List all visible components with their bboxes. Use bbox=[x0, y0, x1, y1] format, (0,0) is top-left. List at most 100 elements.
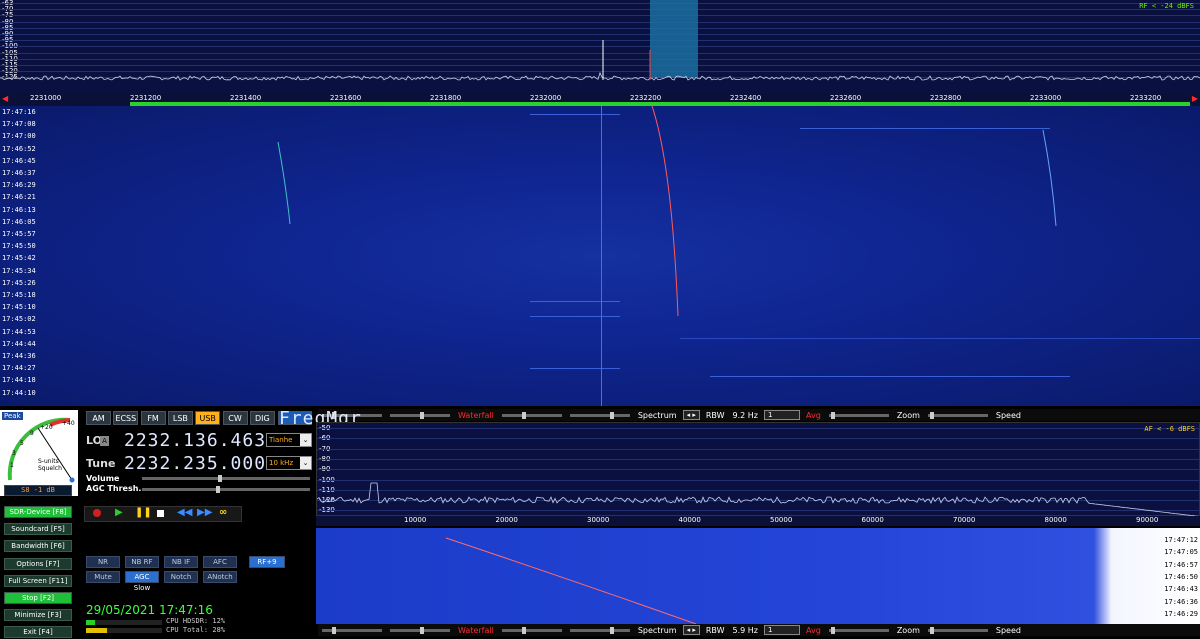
mode-button-ecss[interactable]: ECSS bbox=[113, 411, 139, 425]
mode-button-dig[interactable]: DIG bbox=[249, 411, 275, 425]
fast-forward-icon[interactable]: ▶▶ bbox=[197, 507, 212, 518]
dsp-button[interactable]: NB IF bbox=[164, 556, 198, 568]
rf-frequency-tick: 2233000 bbox=[1030, 94, 1062, 102]
agc-thresh-slider-thumb[interactable] bbox=[216, 486, 220, 493]
af-waterfall-brightness-slider[interactable] bbox=[390, 626, 450, 634]
tune-frequency[interactable]: 2232.235.000 bbox=[124, 453, 266, 474]
volume-label: Volume bbox=[86, 474, 120, 483]
tune-step-select[interactable]: 10 kHz ⌄ bbox=[266, 456, 312, 470]
rf-waterfall[interactable]: 17:47:16 17:47:08 17:47:00 17:46:52 17:46:45… bbox=[0, 106, 1200, 406]
spectrum-contrast-slider[interactable] bbox=[501, 411, 562, 419]
function-button[interactable]: Stop [F2] bbox=[4, 592, 72, 604]
waterfall-doppler-traces bbox=[277, 106, 1057, 317]
squelch-label: Squelch bbox=[38, 465, 62, 472]
function-button[interactable]: Options [F7] bbox=[4, 557, 72, 570]
s-units-label: S-units bbox=[38, 458, 59, 465]
waterfall-brightness-slider[interactable] bbox=[390, 411, 450, 419]
spectrum-brightness-slider[interactable] bbox=[569, 411, 630, 419]
chevron-down-icon: ⌄ bbox=[300, 434, 311, 446]
cpu-hdsdr-bar bbox=[86, 620, 162, 625]
rf-level-readout: RF < -24 dBFS bbox=[1139, 2, 1194, 10]
avg-select[interactable]: 1 bbox=[764, 410, 800, 420]
stop-icon[interactable] bbox=[157, 510, 164, 517]
function-button[interactable]: Full Screen [F11] bbox=[4, 574, 72, 587]
s-scale-3: 3 bbox=[12, 450, 16, 457]
scroll-right-icon[interactable]: ▶ bbox=[1192, 94, 1198, 103]
lo-preset-value: Tianhe bbox=[269, 436, 293, 444]
af-zoom-slider[interactable] bbox=[828, 626, 889, 634]
spectrum-arrows[interactable]: ◂ ▸ bbox=[682, 410, 700, 420]
af-spectrum-brightness-slider[interactable] bbox=[569, 626, 630, 634]
af-frequency-axis[interactable]: 10000 20000 30000 40000 50000 60000 70000 80000… bbox=[316, 516, 1200, 526]
af-frequency-tick: 50000 bbox=[770, 516, 793, 524]
af-spectrum-display[interactable]: -50 -60 -70 -80 -90 -100 -110 -120 -130 AF < -6 … bbox=[316, 422, 1200, 517]
af-waterfall-label: Waterfall bbox=[458, 625, 494, 635]
function-button[interactable]: SDR-Device [F8] bbox=[4, 506, 72, 518]
play-icon[interactable]: ▶ bbox=[115, 507, 123, 518]
af-waterfall-time-label: 17:46:36 bbox=[1164, 597, 1198, 606]
af-frequency-tick: 90000 bbox=[1136, 516, 1159, 524]
rf-gain-button[interactable]: RF+9 bbox=[249, 556, 285, 568]
s-meter-reading: S8 -1 dB bbox=[4, 485, 72, 496]
af-spectrum-arrows[interactable]: ◂ ▸ bbox=[682, 625, 700, 635]
speed-slider[interactable] bbox=[927, 411, 988, 419]
dsp-button[interactable]: NB RF bbox=[125, 556, 159, 568]
dsp-button[interactable]: Notch bbox=[164, 571, 198, 583]
rbw-value: 9.2 Hz bbox=[732, 410, 758, 420]
s-scale-9: 9 bbox=[30, 430, 34, 437]
record-icon[interactable] bbox=[93, 509, 101, 517]
mode-button-am[interactable]: AM bbox=[86, 411, 111, 425]
transport-bar: ▶ ❚❚ ◀◀ ▶▶ ∞ bbox=[84, 506, 242, 522]
af-spectrum-contrast-slider[interactable] bbox=[501, 626, 562, 634]
waterfall-label: Waterfall bbox=[458, 410, 494, 420]
s-scale-1: 1 bbox=[10, 462, 14, 469]
af-zoom-label: Zoom bbox=[896, 625, 920, 635]
lo-preset-select[interactable]: Tianhe ⌄ bbox=[266, 433, 312, 447]
rf-frequency-tick: 2231400 bbox=[230, 94, 262, 102]
function-button[interactable]: Bandwidth [F6] bbox=[4, 540, 72, 553]
af-level-readout: AF < -6 dBFS bbox=[1144, 425, 1195, 433]
af-waterfall-contrast-slider[interactable] bbox=[322, 626, 382, 634]
dsp-button[interactable]: AFC bbox=[203, 556, 237, 568]
function-button[interactable]: Exit [F4] bbox=[4, 626, 72, 639]
rewind-icon[interactable]: ◀◀ bbox=[177, 507, 192, 518]
volume-slider[interactable] bbox=[142, 475, 310, 482]
mode-button-fm[interactable]: FM bbox=[140, 411, 166, 425]
rf-spectrum-display[interactable]: -63-70-75-80-85-90-95-100-105-110-115-12… bbox=[0, 0, 1200, 95]
af-speed-slider[interactable] bbox=[927, 626, 988, 634]
mode-button-usb[interactable]: USB bbox=[195, 411, 221, 425]
rf-frequency-tick: 2231000 bbox=[30, 94, 62, 102]
af-waterfall-time-label: 17:46:29 bbox=[1164, 609, 1198, 618]
cpu-total-bar bbox=[86, 628, 162, 633]
s-scale-plus40: +40 bbox=[62, 420, 75, 427]
af-doppler-trace bbox=[445, 537, 697, 624]
af-frequency-tick: 60000 bbox=[861, 516, 884, 524]
af-avg-select[interactable]: 1 bbox=[764, 625, 800, 635]
mode-button-lsb[interactable]: LSB bbox=[167, 411, 193, 425]
dsp-button[interactable]: NR bbox=[86, 556, 120, 568]
pause-icon[interactable]: ❚❚ bbox=[135, 507, 152, 518]
cpu-hdsdr-text: CPU HDSDR: 12% bbox=[166, 617, 226, 625]
af-waterfall[interactable]: 17:47:12 17:47:05 17:46:57 17:46:50 17:46:43… bbox=[316, 528, 1200, 624]
function-button[interactable]: Soundcard [F5] bbox=[4, 523, 72, 536]
agc-thresh-slider[interactable] bbox=[142, 486, 310, 493]
mode-button-cw[interactable]: CW bbox=[222, 411, 248, 425]
volume-slider-thumb[interactable] bbox=[218, 475, 222, 482]
scroll-left-icon[interactable]: ◀ bbox=[2, 94, 8, 103]
lo-badge[interactable]: A bbox=[100, 436, 109, 446]
rf-frequency-tick: 2232200 bbox=[630, 94, 662, 102]
dsp-button[interactable]: Mute bbox=[86, 571, 120, 583]
lo-frequency[interactable]: 2232.136.463 bbox=[124, 430, 266, 451]
freq-manager-button[interactable]: FreqMgr bbox=[278, 410, 361, 428]
function-button[interactable]: Minimize [F3] bbox=[4, 609, 72, 622]
avg-label: Avg bbox=[806, 410, 821, 420]
zoom-slider[interactable] bbox=[828, 411, 889, 419]
rf-frequency-tick: 2232800 bbox=[930, 94, 962, 102]
loop-icon[interactable]: ∞ bbox=[219, 507, 227, 518]
dsp-button[interactable]: ANotch bbox=[203, 571, 237, 583]
rf-frequency-tick: 2231200 bbox=[130, 94, 162, 102]
spectrum-label: Spectrum bbox=[637, 410, 677, 420]
s-scale-plus20: +20 bbox=[40, 424, 53, 431]
dsp-button[interactable]: AGC Slow bbox=[125, 571, 159, 592]
af-waterfall-time-label: 17:47:05 bbox=[1164, 548, 1198, 557]
